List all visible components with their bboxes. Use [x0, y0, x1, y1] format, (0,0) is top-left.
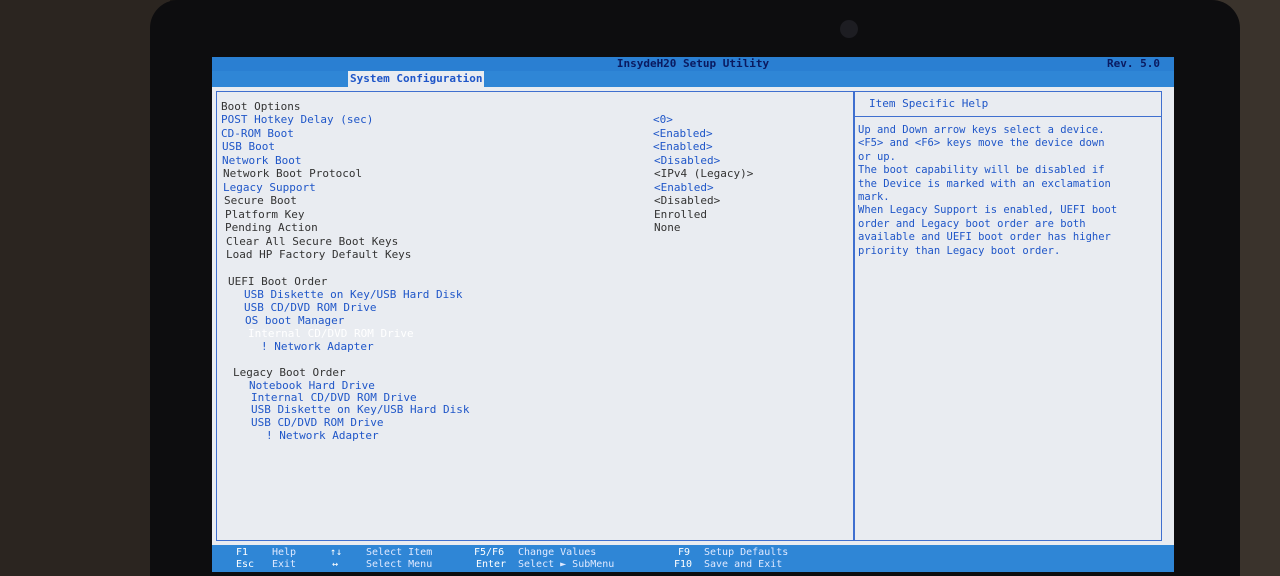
key-enter: Enter: [476, 559, 507, 570]
key-left-right: ↔: [332, 559, 339, 570]
setting-usb-boot[interactable]: USB Boot: [222, 140, 275, 153]
value-pending-action: None: [654, 221, 681, 234]
uefi-item-usb-diskette[interactable]: USB Diskette on Key/USB Hard Disk: [244, 288, 463, 301]
value-secure-boot: <Disabled>: [654, 194, 721, 207]
menu-bar: System Configuration: [212, 71, 1174, 87]
setting-network-boot[interactable]: Network Boot: [222, 154, 301, 167]
key-esc: Esc: [236, 559, 255, 570]
help-header: Item Specific Help: [855, 92, 1161, 117]
help-panel: Item Specific Help Up and Down arrow key…: [854, 91, 1162, 541]
legacy-item-usb-cd-dvd[interactable]: USB CD/DVD ROM Drive: [251, 416, 383, 429]
value-usb-boot[interactable]: <Enabled>: [653, 140, 713, 153]
setting-network-boot-protocol: Network Boot Protocol: [223, 167, 363, 180]
utility-title: InsydeH20 Setup Utility: [616, 57, 770, 70]
key-help-label: Help: [272, 547, 297, 558]
value-legacy-support[interactable]: <Enabled>: [654, 181, 714, 194]
setting-post-hotkey-delay[interactable]: POST Hotkey Delay (sec): [221, 113, 373, 126]
help-text: Up and Down arrow keys select a device. …: [858, 124, 1158, 258]
legacy-item-usb-diskette[interactable]: USB Diskette on Key/USB Hard Disk: [251, 403, 470, 416]
setting-pending-action: Pending Action: [225, 221, 318, 234]
key-save-exit-label: Save and Exit: [704, 559, 783, 570]
section-uefi-boot-order: UEFI Boot Order: [228, 275, 328, 288]
settings-panel: Boot Options POST Hotkey Delay (sec) <0>…: [216, 91, 854, 541]
background-left: [0, 0, 170, 576]
setting-cd-rom-boot[interactable]: CD-ROM Boot: [221, 127, 294, 140]
key-f5-f6: F5/F6: [474, 547, 505, 558]
help-line: <F5> and <F6> keys move the device down: [858, 137, 1105, 150]
tab-system-configuration[interactable]: System Configuration: [348, 71, 485, 87]
title-bar: InsydeH20 Setup Utility Rev. 5.0: [212, 57, 1174, 71]
setting-legacy-support[interactable]: Legacy Support: [223, 181, 316, 194]
legacy-item-network-adapter[interactable]: ! Network Adapter: [266, 429, 379, 442]
value-cd-rom-boot[interactable]: <Enabled>: [653, 127, 713, 140]
section-boot-options: Boot Options: [221, 100, 301, 113]
uefi-item-internal-cd-dvd-selected[interactable]: Internal CD/DVD ROM Drive: [248, 327, 414, 340]
uefi-item-os-boot-manager[interactable]: OS boot Manager: [245, 314, 344, 327]
help-line: Up and Down arrow keys select a device.: [858, 124, 1105, 136]
key-f10: F10: [674, 559, 693, 570]
setting-secure-boot: Secure Boot: [224, 194, 297, 207]
key-legend-bar: F1 Help ↑↓ Select Item F5/F6 Change Valu…: [212, 545, 1174, 572]
help-line: the Device is marked with an exclamation: [858, 177, 1111, 190]
value-network-boot-protocol: <IPv4 (Legacy)>: [654, 167, 754, 180]
help-title: Item Specific Help: [869, 97, 989, 110]
uefi-item-usb-cd-dvd[interactable]: USB CD/DVD ROM Drive: [244, 301, 376, 314]
key-change-values-label: Change Values: [518, 547, 597, 558]
key-f9: F9: [678, 547, 691, 558]
value-platform-key: Enrolled: [654, 208, 707, 221]
setting-platform-key: Platform Key: [225, 208, 305, 221]
help-line: available and UEFI boot order has higher: [858, 231, 1111, 244]
key-setup-defaults-label: Setup Defaults: [704, 547, 789, 558]
help-line: order and Legacy boot order are both: [858, 217, 1086, 230]
revision-label: Rev. 5.0: [1107, 57, 1160, 70]
help-line: When Legacy Support is enabled, UEFI boo…: [858, 204, 1118, 217]
key-up-down: ↑↓: [330, 547, 343, 558]
setting-load-hp-default-keys: Load HP Factory Default Keys: [226, 248, 412, 261]
help-line: The boot capability will be disabled if: [858, 164, 1105, 177]
value-post-hotkey-delay[interactable]: <0>: [653, 113, 673, 126]
value-network-boot[interactable]: <Disabled>: [654, 154, 720, 167]
bios-screen: InsydeH20 Setup Utility Rev. 5.0 System …: [212, 57, 1174, 572]
key-exit-label: Exit: [272, 559, 297, 570]
setting-clear-secure-boot-keys: Clear All Secure Boot Keys: [226, 235, 399, 248]
key-submenu-label: Select ► SubMenu: [518, 559, 615, 570]
uefi-item-network-adapter[interactable]: ! Network Adapter: [261, 340, 374, 353]
key-select-item-label: Select Item: [366, 547, 433, 558]
section-legacy-boot-order: Legacy Boot Order: [233, 366, 346, 379]
help-line: or up.: [858, 150, 896, 163]
help-line: priority than Legacy boot order.: [858, 244, 1061, 257]
help-line: mark.: [858, 191, 890, 204]
webcam-icon: [840, 20, 858, 38]
key-f1: F1: [236, 547, 249, 558]
key-select-menu-label: Select Menu: [366, 559, 433, 570]
